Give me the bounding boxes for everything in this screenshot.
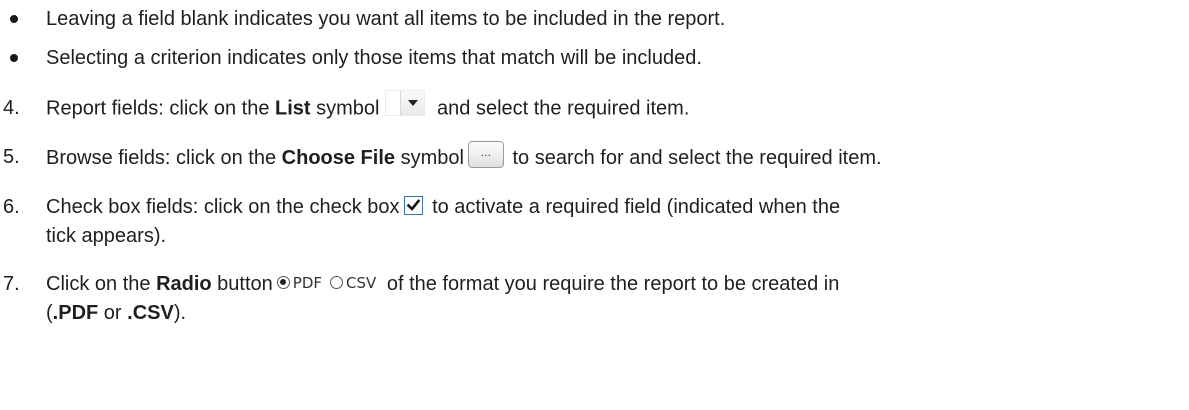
step-number: 6. [3,196,20,218]
radio-label-csv: CSV [346,273,377,292]
browse-ellipsis-icon: ... [467,141,504,168]
radio-selected-icon [276,275,290,289]
step-text: (.PDF or .CSV). [46,301,186,325]
step-number: 7. [3,273,20,295]
step-text: tick appears). [46,225,167,247]
ellipsis-text: ... [480,145,491,159]
step-text-part: to search for and select the required it… [506,146,882,169]
step-text-part: symbol [395,146,464,169]
radio-button-icon: PDF CSV [276,271,377,295]
step-text-part: Check box fields: click on the check box [46,196,400,218]
dropdown-button [400,91,425,115]
checked-checkbox-icon [403,196,423,216]
radio-label-pdf: PDF [292,273,323,292]
step-text-part: Report fields: click on the [46,97,275,120]
step-text: Check box fields: click on the check box… [46,195,840,219]
step-text-part: ( [46,302,53,324]
document-page: Leaving a field blank indicates you want… [0,0,1189,410]
step-text-part: ). [173,302,187,324]
step-text-part: symbol [310,97,380,120]
step-text-part: and select the required item. [431,97,690,120]
step-text: Browse fields: click on the Choose File … [46,141,882,172]
step-text-part: Browse fields: click on the [46,146,282,169]
step-number: 5. [3,146,20,168]
dropdown-arrow-icon [385,90,426,116]
step-text-part: button [211,273,273,295]
step-bold-term: .PDF [52,302,99,324]
step-bold-term: Radio [156,273,212,295]
bullet-dot-icon [10,54,18,62]
step-text-part: of the format you require the report to … [381,273,840,295]
bullet-text: Leaving a field blank indicates you want… [46,8,726,30]
step-text: Report fields: click on the List symbol … [46,90,690,122]
step-text: Click on the Radio button PDF CSV of the f… [46,272,839,297]
bullet-dot-icon [10,15,18,23]
step-number: 4. [3,97,20,119]
step-text-part: to activate a required field (indicated … [426,196,841,218]
step-bold-term: List [275,97,311,120]
step-bold-term: Choose File [281,146,396,169]
bullet-text: Selecting a criterion indicates only tho… [46,47,702,69]
step-text-part: or [98,302,128,324]
radio-unselected-icon [330,275,344,289]
step-bold-term: .CSV [127,302,174,324]
step-text-part: Click on the [46,273,157,295]
